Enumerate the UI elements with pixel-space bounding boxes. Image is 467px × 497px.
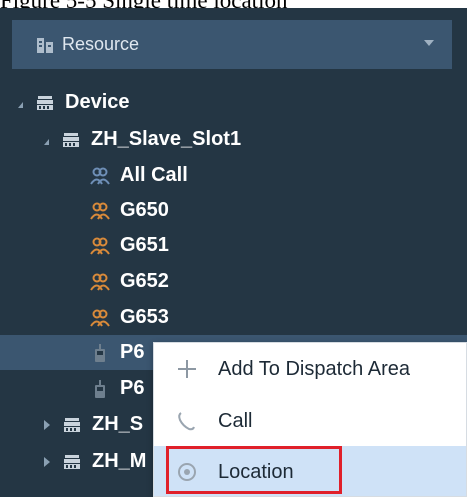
radio-terminal-icon bbox=[95, 379, 105, 398]
building-icon bbox=[37, 37, 53, 53]
tree-node-group[interactable]: G652 bbox=[0, 264, 467, 299]
tree-node-group[interactable]: G651 bbox=[0, 228, 467, 263]
resource-title: Resource bbox=[62, 34, 140, 54]
expand-toggle-icon[interactable] bbox=[18, 101, 23, 108]
group-icon bbox=[90, 309, 110, 327]
expand-toggle-icon[interactable] bbox=[44, 138, 49, 145]
menu-item-add-to-dispatch-area[interactable]: Add To Dispatch Area bbox=[154, 343, 466, 395]
tree-node-group[interactable]: G653 bbox=[0, 300, 467, 335]
tree-node-label: ZH_Slave_Slot1 bbox=[91, 128, 242, 150]
tree-node-label: Device bbox=[65, 91, 130, 113]
menu-item-label: Call bbox=[218, 409, 253, 432]
device-icon bbox=[37, 95, 53, 110]
tree-node-label: ZH_M bbox=[92, 450, 147, 472]
device-icon bbox=[64, 454, 80, 469]
tree-node-group[interactable]: G650 bbox=[0, 193, 467, 228]
tree-node-label: ZH_S bbox=[92, 413, 144, 435]
tree-node-label: P6 bbox=[120, 341, 145, 363]
group-icon bbox=[90, 167, 110, 185]
tree-node-label: G653 bbox=[120, 306, 169, 328]
tree-node-device[interactable]: Device bbox=[0, 85, 467, 120]
group-icon bbox=[90, 202, 110, 220]
resource-dropdown[interactable]: Resource bbox=[12, 20, 452, 69]
menu-item-call[interactable]: Call bbox=[154, 395, 466, 447]
device-icon bbox=[64, 417, 80, 432]
tree-node-label: All Call bbox=[120, 164, 188, 186]
expand-toggle-icon[interactable] bbox=[44, 419, 50, 430]
highlight-frame bbox=[166, 446, 342, 494]
expand-toggle-icon[interactable] bbox=[44, 456, 50, 467]
tree-node-all-call[interactable]: All Call bbox=[0, 158, 467, 193]
radio-terminal-icon bbox=[95, 343, 105, 362]
tree-node-label: G651 bbox=[120, 234, 169, 256]
tree-node-label: P6 bbox=[120, 377, 145, 399]
chevron-down-icon[interactable] bbox=[424, 40, 434, 46]
plus-icon bbox=[178, 360, 196, 378]
device-icon bbox=[63, 132, 79, 147]
menu-item-label: Add To Dispatch Area bbox=[218, 357, 410, 380]
tree-node-label: G652 bbox=[120, 270, 169, 292]
phone-icon bbox=[178, 412, 195, 431]
group-icon bbox=[90, 237, 110, 255]
group-icon bbox=[90, 273, 110, 291]
tree-node-slave-slot[interactable]: ZH_Slave_Slot1 bbox=[0, 122, 467, 157]
tree-node-label: G650 bbox=[120, 199, 169, 221]
